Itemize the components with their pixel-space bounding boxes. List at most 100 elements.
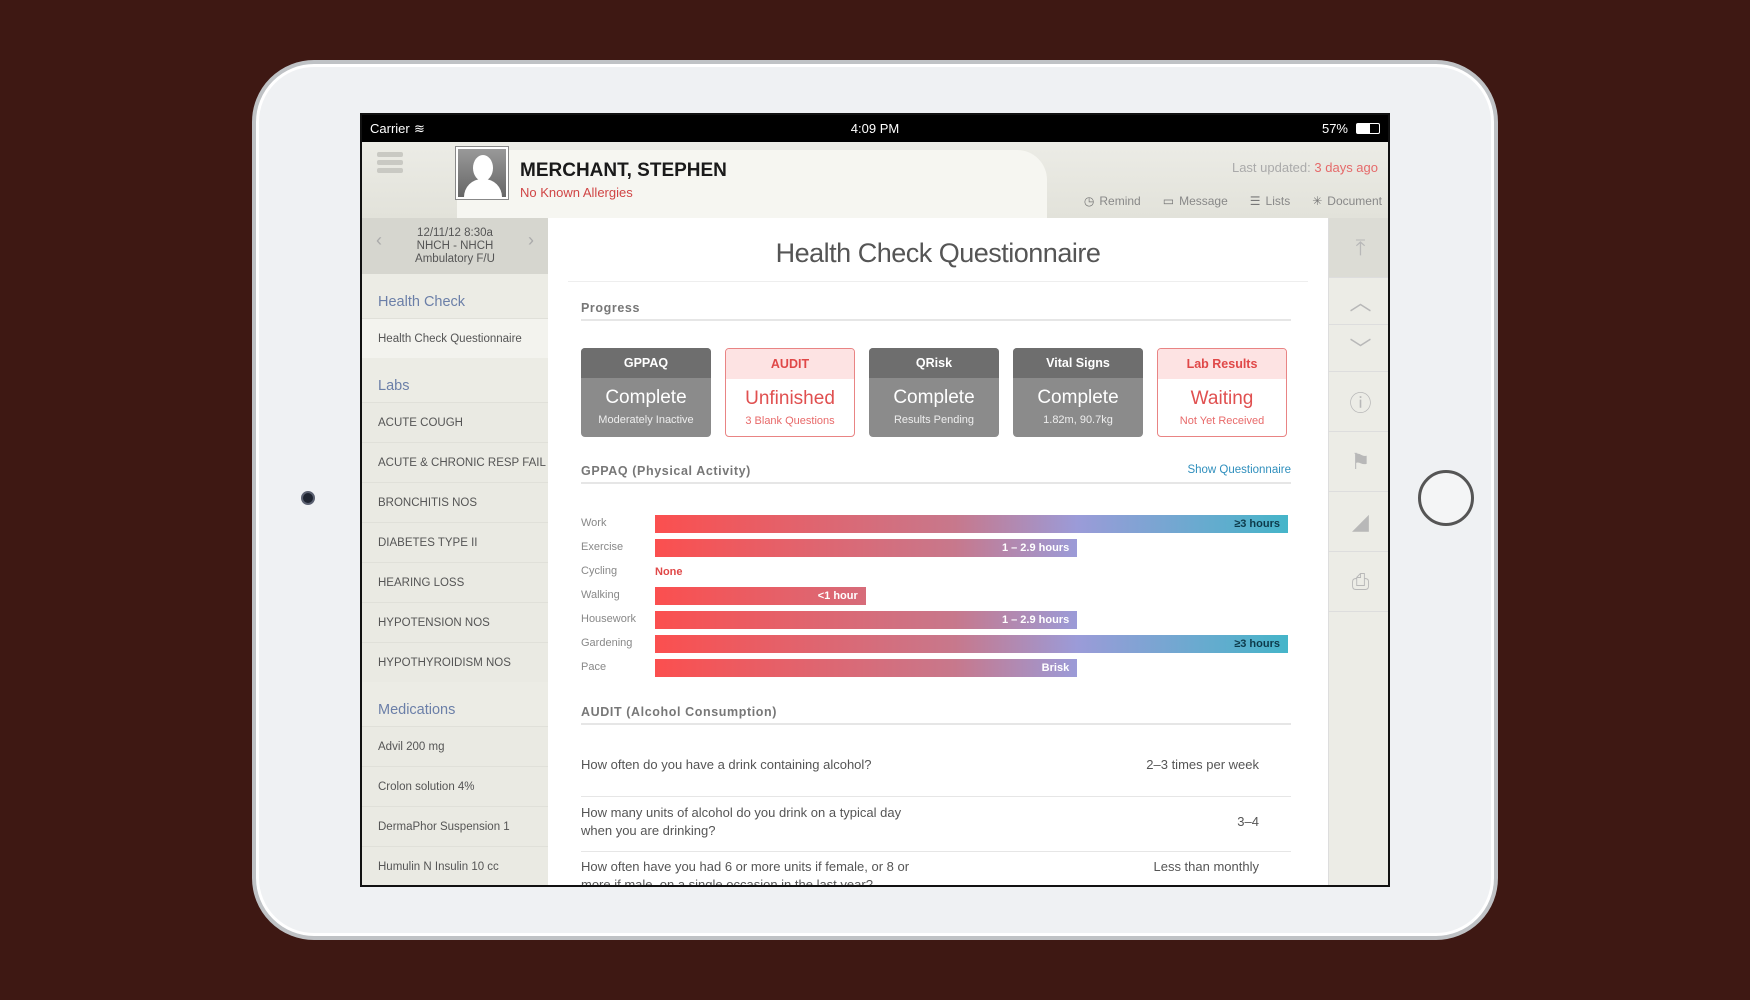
card-detail: 1.82m, 90.7kg <box>1043 414 1113 426</box>
encounter-date: 12/11/12 8:30a <box>417 227 493 239</box>
audit-question: How often do you have a drink containing… <box>581 756 1291 774</box>
sidebar-item[interactable]: DermaPhor Suspension 1 <box>362 806 548 846</box>
camera <box>301 491 315 505</box>
sidebar-item[interactable]: Health Check Questionnaire <box>362 318 548 358</box>
card-detail: Not Yet Received <box>1179 415 1265 427</box>
activity-row: Exercise 1 – 2.9 hours <box>581 537 1291 561</box>
progress-card[interactable]: AUDIT Unfinished 3 Blank Questions <box>725 348 855 437</box>
question-text: How often have you had 6 or more units i… <box>581 859 910 887</box>
activity-label: Pace <box>581 661 607 673</box>
card-title: QRisk <box>869 348 999 378</box>
home-button[interactable] <box>1418 470 1474 526</box>
activity-row: Work ≥3 hours <box>581 513 1291 537</box>
corner-fold-icon[interactable]: ◢ <box>1329 492 1388 552</box>
battery-icon <box>1356 123 1380 134</box>
document-label: Document <box>1327 194 1382 208</box>
activity-bar: ≥3 hours <box>655 635 1288 653</box>
progress-card[interactable]: Vital Signs Complete 1.82m, 90.7kg <box>1013 348 1143 437</box>
sidebar-item[interactable]: DIABETES TYPE II <box>362 522 548 562</box>
audit-question: How often have you had 6 or more units i… <box>581 858 1291 887</box>
card-status: Complete <box>1037 387 1119 408</box>
sidebar-item[interactable]: HEARING LOSS <box>362 562 548 602</box>
card-title: AUDIT <box>726 349 854 379</box>
progress-card[interactable]: Lab Results Waiting Not Yet Received <box>1157 348 1287 437</box>
question-answer: 2–3 times per week <box>1146 757 1259 772</box>
question-answer: 3–4 <box>1237 814 1259 829</box>
question-text: How often do you have a drink containing… <box>581 757 872 772</box>
sidebar-item[interactable]: Advil 200 mg <box>362 726 548 766</box>
card-detail: Moderately Inactive <box>598 414 694 426</box>
activity-row: Gardening ≥3 hours <box>581 633 1291 657</box>
activity-bar: 1 – 2.9 hours <box>655 611 1078 629</box>
chevron-left-icon[interactable]: ‹ <box>376 231 382 249</box>
sidebar: ‹ 12/11/12 8:30a NHCH - NHCH Ambulatory … <box>362 218 548 885</box>
question-answer: Less than monthly <box>1153 859 1259 874</box>
encounter-location: NHCH - NHCH <box>416 240 494 252</box>
activity-bar: <1 hour <box>655 587 866 605</box>
chevron-down-icon[interactable]: ﹀ <box>1329 325 1388 372</box>
avatar <box>456 147 508 199</box>
chevron-up-icon[interactable]: ︿ <box>1329 278 1388 325</box>
progress-heading: Progress <box>581 301 1291 321</box>
card-title: Vital Signs <box>1013 348 1143 378</box>
card-status: Waiting <box>1190 388 1254 409</box>
activity-label: Work <box>581 517 607 529</box>
patient-header: MERCHANT, STEPHEN No Known Allergies Las… <box>362 142 1388 218</box>
gppaq-title: GPPAQ (Physical Activity) <box>581 464 751 478</box>
message-button[interactable]: ▭ Message <box>1163 194 1228 208</box>
divider <box>581 851 1291 852</box>
lists-label: Lists <box>1265 194 1291 208</box>
progress-card[interactable]: QRisk Complete Results Pending <box>869 348 999 437</box>
lists-button[interactable]: ☰ Lists <box>1250 194 1290 208</box>
encounter-selector[interactable]: ‹ 12/11/12 8:30a NHCH - NHCH Ambulatory … <box>362 218 548 274</box>
activity-label: Gardening <box>581 637 633 649</box>
progress-card[interactable]: GPPAQ Complete Moderately Inactive <box>581 348 711 437</box>
menu-icon[interactable] <box>377 152 403 176</box>
card-detail: 3 Blank Questions <box>745 415 835 427</box>
page-title: Health Check Questionnaire <box>775 238 1101 268</box>
clock-icon: ◷ <box>1083 194 1095 208</box>
activity-row: Cycling None <box>581 561 1291 585</box>
printer-icon[interactable]: ⎙ <box>1329 552 1388 612</box>
activity-bar: Brisk <box>655 659 1078 677</box>
asterisk-icon: ✳ <box>1312 194 1323 208</box>
sidebar-item[interactable]: BRONCHITIS NOS <box>362 482 548 522</box>
battery-percent: 57% <box>1321 121 1348 136</box>
audit-heading: AUDIT (Alcohol Consumption) <box>581 705 1291 725</box>
last-updated-value: 3 days ago <box>1314 160 1378 175</box>
sidebar-item[interactable]: HYPOTHYROIDISM NOS <box>362 642 548 682</box>
remind-label: Remind <box>1099 194 1141 208</box>
sidebar-item[interactable]: ACUTE COUGH <box>362 402 548 442</box>
document-button[interactable]: ✳ Document <box>1312 194 1382 208</box>
flag-icon[interactable]: ⚑ <box>1329 432 1388 492</box>
card-status: Complete <box>893 387 975 408</box>
card-status: Complete <box>605 387 687 408</box>
section-medications: Medications <box>378 702 456 718</box>
activity-label: Cycling <box>581 565 618 577</box>
last-updated: Last updated: 3 days ago <box>1232 160 1378 175</box>
activity-bar: 1 – 2.9 hours <box>655 539 1078 557</box>
info-icon[interactable]: ⓘ <box>1329 372 1388 432</box>
activity-row: Housework 1 – 2.9 hours <box>581 609 1291 633</box>
remind-button[interactable]: ◷ Remind <box>1084 194 1141 208</box>
sidebar-item[interactable]: ACUTE & CHRONIC RESP FAIL <box>362 442 548 482</box>
section-labs: Labs <box>378 378 410 394</box>
patient-name: MERCHANT, STEPHEN <box>520 160 727 181</box>
sidebar-item[interactable]: Humulin N Insulin 10 cc <box>362 846 548 885</box>
sidebar-item[interactable]: HYPOTENSION NOS <box>362 602 548 642</box>
list-icon: ☰ <box>1249 194 1261 208</box>
right-toolbar: ⤒ ︿ ﹀ ⓘ ⚑ ◢ ⎙ <box>1328 218 1388 885</box>
main-content: Health Check Questionnaire Progress GPPA… <box>548 218 1328 885</box>
sidebar-item[interactable]: Crolon solution 4% <box>362 766 548 806</box>
share-icon[interactable]: ⤒ <box>1329 218 1388 278</box>
chevron-right-icon[interactable]: › <box>528 231 534 249</box>
divider <box>581 796 1291 797</box>
show-questionnaire-link[interactable]: Show Questionnaire <box>1187 464 1291 476</box>
activity-row: Walking <1 hour <box>581 585 1291 609</box>
card-title: GPPAQ <box>581 348 711 378</box>
activity-value: None <box>655 566 683 578</box>
activity-label: Walking <box>581 589 620 601</box>
audit-question: How many units of alcohol do you drink o… <box>581 804 1291 840</box>
clock: 4:09 PM <box>850 121 900 136</box>
activity-label: Exercise <box>581 541 624 553</box>
